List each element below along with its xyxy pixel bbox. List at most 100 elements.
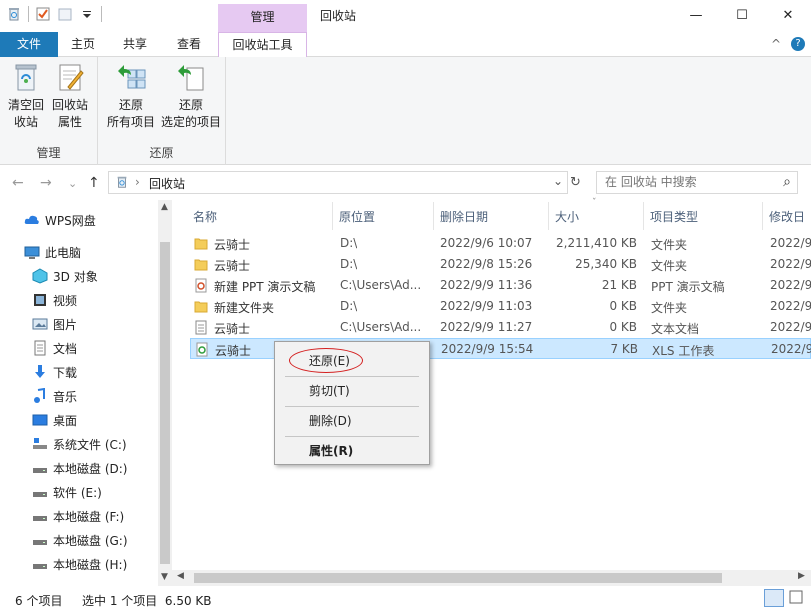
folder-icon bbox=[194, 299, 208, 314]
properties-label-2: 属性 bbox=[57, 115, 82, 129]
scrollbar-thumb[interactable] bbox=[194, 573, 722, 583]
column-divider[interactable] bbox=[643, 202, 644, 230]
table-row[interactable]: 新建文件夹 D:\ 2022/9/9 11:03 0 KB 文件夹 2022/9 bbox=[190, 296, 811, 317]
ribbon-group-restore: 还原 所有项目 还原 选定的项目 还原 bbox=[98, 57, 226, 165]
file-modified: 2022/9 bbox=[770, 320, 811, 334]
drive-icon bbox=[32, 508, 48, 524]
file-size: 25,340 KB bbox=[575, 257, 637, 271]
forward-button[interactable]: → bbox=[40, 175, 52, 191]
properties-label-1: 回收站 bbox=[51, 98, 88, 112]
column-header-name[interactable]: 名称 bbox=[193, 208, 217, 225]
scroll-down-arrow-icon[interactable]: ▼ bbox=[161, 572, 168, 582]
separator bbox=[101, 6, 102, 22]
3d-object-icon bbox=[32, 268, 48, 284]
window-title: 回收站 bbox=[320, 9, 357, 23]
nav-pane-scrollbar[interactable]: ▲ ▼ bbox=[158, 200, 172, 586]
file-size: 21 KB bbox=[601, 278, 637, 292]
tab-recycle-bin-tools[interactable]: 回收站工具 bbox=[218, 32, 307, 58]
large-icons-view-icon[interactable] bbox=[788, 589, 806, 607]
search-input[interactable] bbox=[605, 175, 775, 189]
empty-recycle-bin-button[interactable]: 清空回 收站 bbox=[4, 61, 48, 131]
address-row: ← → ⌄ ↑ › 回收站 ⌄ ↻ ⌕ bbox=[0, 166, 811, 200]
recent-locations-button[interactable]: ⌄ bbox=[68, 177, 77, 190]
collapse-ribbon-button[interactable]: ^ bbox=[771, 37, 781, 51]
file-origin: D:\ bbox=[340, 299, 358, 313]
nav-item-label: 本地磁盘 (G:) bbox=[53, 533, 128, 548]
file-modified: 2022/9 bbox=[770, 236, 811, 250]
table-row[interactable]: 云骑士 D:\ 2022/9/8 15:26 25,340 KB 文件夹 202… bbox=[190, 254, 811, 275]
file-type: 文件夹 bbox=[651, 238, 688, 252]
help-icon[interactable]: ? bbox=[791, 37, 805, 51]
nav-item-label: 本地磁盘 (D:) bbox=[53, 461, 128, 476]
tab-share[interactable]: 共享 bbox=[110, 32, 160, 57]
column-divider[interactable] bbox=[762, 202, 763, 230]
column-divider[interactable] bbox=[433, 202, 434, 230]
up-button[interactable]: ↑ bbox=[88, 175, 100, 191]
cloud-icon bbox=[24, 212, 40, 228]
back-button[interactable]: ← bbox=[12, 175, 24, 191]
recycle-bin-properties-button[interactable]: 回收站 属性 bbox=[48, 61, 92, 131]
search-icon[interactable]: ⌕ bbox=[783, 174, 791, 190]
column-header-size[interactable]: 大小 bbox=[555, 208, 579, 225]
ribbon: 清空回 收站 回收站 属性 管理 还原 所有项目 还原 选定的项目 还原 bbox=[0, 57, 811, 165]
drive-icon bbox=[32, 532, 48, 548]
column-header-origin[interactable]: 原位置 bbox=[339, 208, 375, 225]
file-type: PPT 演示文稿 bbox=[651, 280, 725, 294]
properties-check-icon[interactable] bbox=[35, 6, 51, 22]
table-row[interactable]: 云骑士 C:\Users\Ad... 2022/9/9 11:27 0 KB 文… bbox=[190, 317, 811, 338]
maximize-button[interactable]: ☐ bbox=[719, 0, 765, 30]
navigation-pane: WPS网盘 此电脑 3D 对象 视频 图片 文档 下载 音乐 桌面 系统文件 (… bbox=[0, 200, 172, 586]
item-count: 6 个项目 bbox=[15, 594, 63, 608]
scrollbar-thumb[interactable] bbox=[160, 242, 170, 564]
tab-file[interactable]: 文件 bbox=[0, 32, 58, 57]
nav-item-label: 本地磁盘 (H:) bbox=[53, 557, 128, 572]
file-size: 7 KB bbox=[610, 342, 638, 356]
column-divider[interactable] bbox=[332, 202, 333, 230]
scroll-up-arrow-icon[interactable]: ▲ bbox=[161, 202, 168, 212]
window-controls: — ☐ ✕ bbox=[673, 0, 811, 30]
drive-icon bbox=[32, 556, 48, 572]
nav-item-label: 文档 bbox=[53, 341, 78, 356]
minimize-button[interactable]: — bbox=[673, 0, 719, 30]
context-menu-cut[interactable]: 剪切(T) bbox=[275, 380, 429, 402]
file-modified: 2022/9 bbox=[770, 278, 811, 292]
new-folder-icon[interactable] bbox=[57, 6, 73, 22]
document-icon bbox=[32, 340, 48, 356]
restore-all-button[interactable]: 还原 所有项目 bbox=[102, 61, 160, 131]
xls-file-icon bbox=[195, 342, 209, 357]
customize-qat-icon[interactable] bbox=[79, 6, 95, 22]
address-dropdown-button[interactable]: ⌄ bbox=[553, 174, 563, 188]
close-button[interactable]: ✕ bbox=[765, 0, 811, 30]
table-row[interactable]: 新建 PPT 演示文稿 C:\Users\Ad... 2022/9/9 11:3… bbox=[190, 275, 811, 296]
breadcrumb-path[interactable]: 回收站 bbox=[149, 175, 185, 192]
refresh-button[interactable]: ↻ bbox=[570, 175, 581, 190]
ribbon-right-controls: ^ ? bbox=[771, 37, 805, 51]
context-menu-delete[interactable]: 删除(D) bbox=[275, 410, 429, 432]
tab-home[interactable]: 主页 bbox=[58, 32, 108, 57]
restore-all-icon bbox=[115, 61, 147, 93]
column-header-type[interactable]: 项目类型 bbox=[650, 208, 698, 225]
scroll-left-arrow-icon[interactable]: ◀ bbox=[177, 571, 184, 581]
file-origin: C:\Users\Ad... bbox=[340, 278, 422, 292]
column-header-modified[interactable]: 修改日 bbox=[769, 208, 805, 225]
table-row[interactable]: 云骑士 D:\ 2022/9/6 10:07 2,211,410 KB 文件夹 … bbox=[190, 233, 811, 254]
restore-selected-button[interactable]: 还原 选定的项目 bbox=[160, 61, 222, 131]
empty-recycle-bin-icon bbox=[10, 61, 42, 93]
details-view-icon[interactable] bbox=[764, 589, 784, 607]
file-list-hscrollbar[interactable]: ◀ ▶ bbox=[172, 570, 811, 586]
file-name: 云骑士 bbox=[215, 344, 252, 358]
breadcrumb-chevron-icon: › bbox=[135, 175, 140, 189]
address-bar[interactable]: › 回收站 ⌄ bbox=[108, 171, 568, 194]
file-deleted-date: 2022/9/8 15:26 bbox=[440, 257, 533, 271]
column-divider[interactable] bbox=[548, 202, 549, 230]
ribbon-group-manage: 清空回 收站 回收站 属性 管理 bbox=[0, 57, 98, 165]
context-menu-properties[interactable]: 属性(R) bbox=[275, 440, 429, 462]
search-box: ⌕ bbox=[596, 171, 798, 194]
nav-item-label: 下载 bbox=[53, 365, 78, 380]
scroll-right-arrow-icon[interactable]: ▶ bbox=[798, 571, 805, 581]
restore-selected-label-2: 选定的项目 bbox=[160, 115, 221, 129]
status-bar: 6 个项目 选中 1 个项目 6.50 KB bbox=[0, 586, 811, 611]
column-header-deleted[interactable]: 删除日期 bbox=[440, 208, 488, 225]
nav-item-label: 软件 (E:) bbox=[53, 485, 102, 500]
tab-view[interactable]: 查看 bbox=[162, 32, 216, 57]
